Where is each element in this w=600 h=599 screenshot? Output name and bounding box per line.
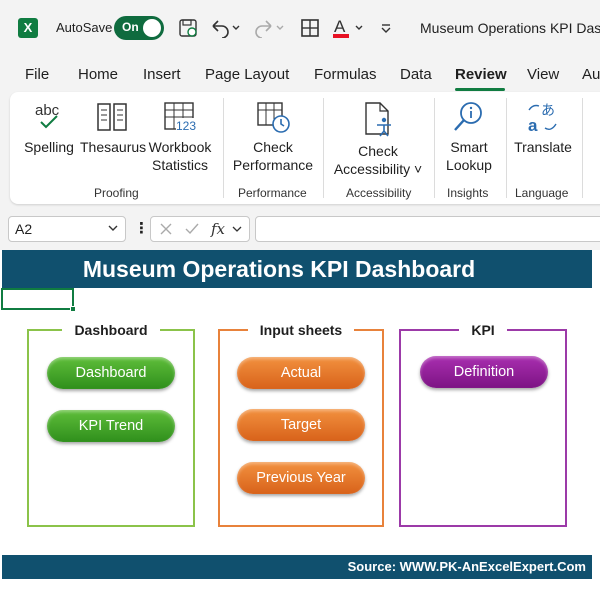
workbook-statistics-button[interactable]: 123 Workbook Statistics <box>146 100 214 174</box>
workbook-statistics-label-1: Workbook <box>148 139 212 155</box>
panel-title-input-sheets: Input sheets <box>220 322 382 338</box>
title-bar: X AutoSave On A Museum Operations KPI Da… <box>0 0 600 56</box>
name-box-value: A2 <box>15 221 33 237</box>
thesaurus-icon <box>97 103 127 131</box>
fill-handle[interactable] <box>70 306 76 312</box>
group-label-proofing: Proofing <box>94 186 139 200</box>
name-box[interactable]: A2 <box>8 216 126 242</box>
tab-home[interactable]: Home <box>78 66 118 83</box>
group-separator <box>223 98 224 198</box>
check-accessibility-label-2: Accessibility ˅ <box>333 161 423 177</box>
customize-qat-icon[interactable] <box>378 16 394 40</box>
borders-icon[interactable] <box>298 16 322 40</box>
document-title: Museum Operations KPI Dash <box>420 20 600 36</box>
source-banner: Source: WWW.PK-AnExcelExpert.Com <box>2 555 592 579</box>
tab-view[interactable]: View <box>527 66 559 83</box>
check-accessibility-label-1: Check <box>358 143 398 159</box>
check-performance-icon <box>257 102 290 133</box>
font-color-icon[interactable]: A <box>330 16 366 40</box>
tab-file[interactable]: File <box>25 66 49 83</box>
save-icon[interactable] <box>176 16 200 40</box>
group-separator <box>434 98 435 198</box>
check-performance-label-1: Check <box>253 139 293 155</box>
autosave-toggle[interactable]: On <box>114 16 164 40</box>
group-label-accessibility: Accessibility <box>346 186 412 200</box>
sheet-bottom <box>0 579 600 599</box>
cancel-icon[interactable] <box>159 222 173 236</box>
panel-input-sheets: Input sheets Actual Target Previous Year <box>218 322 384 527</box>
panel-kpi: KPI Definition <box>399 322 567 527</box>
smart-lookup-label-1: Smart <box>450 139 488 155</box>
group-separator <box>323 98 324 198</box>
previous-year-button[interactable]: Previous Year <box>237 462 365 494</box>
workbook-statistics-icon: 123 <box>164 102 196 133</box>
group-label-language: Language <box>515 186 569 200</box>
tab-automate[interactable]: Au <box>582 66 600 83</box>
chevron-down-icon[interactable] <box>107 221 119 238</box>
kpi-trend-button[interactable]: KPI Trend <box>47 410 175 442</box>
spelling-button[interactable]: abc Spelling <box>22 100 76 156</box>
ribbon-tabs: File Home Insert Page Layout Formulas Da… <box>0 56 600 92</box>
worksheet[interactable]: Museum Operations KPI Dashboard Dashboar… <box>0 250 600 599</box>
tab-page-layout[interactable]: Page Layout <box>205 66 289 83</box>
target-button[interactable]: Target <box>237 409 365 441</box>
formula-controls: fx <box>150 216 250 242</box>
dashboard-title-banner: Museum Operations KPI Dashboard <box>2 250 592 288</box>
selected-cell[interactable] <box>1 288 74 310</box>
check-performance-label-2: Performance <box>232 157 314 173</box>
svg-text:123: 123 <box>176 119 196 133</box>
svg-text:fx: fx <box>210 220 226 238</box>
thesaurus-label: Thesaurus <box>80 139 147 155</box>
definition-button[interactable]: Definition <box>420 356 548 388</box>
spelling-icon: abc <box>35 102 60 129</box>
smart-lookup-icon <box>454 102 482 131</box>
tab-formulas[interactable]: Formulas <box>314 66 377 83</box>
group-label-performance: Performance <box>238 186 307 200</box>
spelling-label: Spelling <box>24 139 74 155</box>
smart-lookup-button[interactable]: Smart Lookup <box>440 100 498 174</box>
check-accessibility-icon <box>365 102 391 137</box>
excel-logo-icon: X <box>18 18 38 38</box>
tab-review[interactable]: Review <box>455 66 507 83</box>
translate-icon: あ a <box>528 103 557 134</box>
redo-icon[interactable] <box>252 16 286 40</box>
dashboard-title: Museum Operations KPI Dashboard <box>82 256 476 282</box>
group-label-insights: Insights <box>447 186 489 200</box>
insert-function-icon[interactable]: fx <box>209 220 245 238</box>
workbook-statistics-label-2: Statistics <box>151 157 208 173</box>
source-text: Source: WWW.PK-AnExcelExpert.Com <box>347 559 586 574</box>
group-separator <box>506 98 507 198</box>
svg-text:あ: あ <box>541 103 555 119</box>
undo-icon[interactable] <box>208 16 242 40</box>
formula-input[interactable] <box>255 216 600 242</box>
autosave-label: AutoSave <box>56 20 113 35</box>
svg-text:a: a <box>528 116 538 134</box>
tab-data[interactable]: Data <box>400 66 432 83</box>
panel-dashboard: Dashboard Dashboard KPI Trend <box>27 322 195 527</box>
autosave-state: On <box>122 20 139 34</box>
svg-text:A: A <box>334 17 346 36</box>
active-tab-indicator <box>455 88 505 91</box>
enter-icon[interactable] <box>184 222 200 236</box>
panel-title-dashboard: Dashboard <box>29 322 193 338</box>
thesaurus-button[interactable]: Thesaurus <box>80 100 147 156</box>
smart-lookup-label-2: Lookup <box>446 157 492 173</box>
dashboard-button[interactable]: Dashboard <box>47 357 175 389</box>
group-separator <box>582 98 583 198</box>
check-accessibility-button[interactable]: Check Accessibility ˅ <box>330 100 426 178</box>
check-performance-button[interactable]: Check Performance <box>232 100 314 174</box>
actual-button[interactable]: Actual <box>237 357 365 389</box>
toggle-knob <box>143 19 161 37</box>
more-options-icon[interactable]: ⋮ <box>134 219 149 237</box>
translate-label: Translate <box>514 139 572 155</box>
translate-button[interactable]: あ a Translate <box>512 100 574 156</box>
tab-insert[interactable]: Insert <box>143 66 181 83</box>
panel-title-kpi: KPI <box>401 322 565 338</box>
